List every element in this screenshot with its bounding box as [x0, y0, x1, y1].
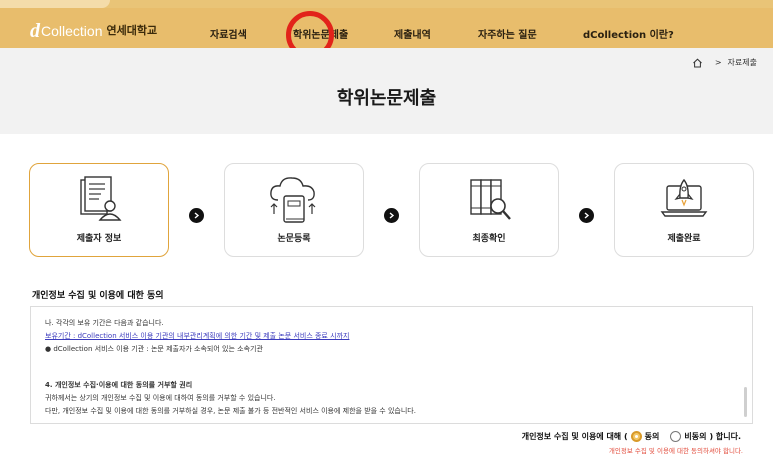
step-label: 제출완료: [667, 234, 701, 244]
consent-line: ● dCollection 서비스 이용 기관 : 논문 제출자가 소속되어 있…: [45, 345, 263, 353]
consent-line: 다만, 개인정보 수집 및 이용에 대한 동의를 거부하실 경우, 논문 제출 …: [45, 407, 416, 415]
nav-item-faq[interactable]: 자주하는 질문: [478, 29, 537, 43]
agree-prefix: 개인정보 수집 및 이용에 대해 (: [521, 432, 628, 441]
step-label: 최종확인: [472, 234, 506, 244]
site-header: d Collection 연세대학교 자료검색 학위논문제출 제출내역 자주하는…: [0, 8, 773, 59]
nav-item-search[interactable]: 자료검색: [210, 29, 247, 43]
agree-radio[interactable]: [630, 431, 642, 442]
consent-agree-row: 개인정보 수집 및 이용에 대해 ( 동의 비동의 ) 합니다.: [522, 431, 741, 442]
agree-suffix: ) 합니다.: [709, 432, 741, 441]
consent-warning: 개인정보 수집 및 이용에 대한 동의하셔야 합니다.: [608, 447, 743, 455]
step-arrow-icon: [189, 208, 204, 223]
breadcrumb-current[interactable]: 자료제출: [728, 57, 757, 68]
nav-item-about[interactable]: dCollection 이란?: [583, 29, 674, 43]
laptop-rocket-icon: [615, 174, 753, 228]
agree-option-label[interactable]: 동의: [645, 431, 660, 442]
disagree-radio[interactable]: [670, 431, 682, 442]
consent-section-title: 개인정보 수집 및 이용에 대한 동의: [32, 291, 164, 301]
consent-line: 4. 개인정보 수집·이용에 대한 동의를 거부할 권리: [45, 381, 193, 389]
page-title: 학위논문제출: [336, 88, 437, 109]
step-submitter-info[interactable]: 제출자 정보: [29, 163, 169, 257]
step-final-check[interactable]: 최종확인: [419, 163, 559, 257]
step-label: 제출자 정보: [76, 234, 122, 244]
step-arrow-icon: [384, 208, 399, 223]
breadcrumb-separator-icon: >: [714, 58, 722, 67]
nav-item-submission-history[interactable]: 제출내역: [394, 29, 431, 43]
breadcrumb: > 자료제출: [692, 57, 757, 68]
document-person-icon: [30, 174, 168, 228]
cloud-book-icon: [225, 174, 363, 228]
binders-search-icon: [420, 174, 558, 228]
consent-line: 나. 각각의 보유 기간은 다음과 같습니다.: [45, 319, 164, 327]
main-nav: 자료검색 학위논문제출 제출내역 자주하는 질문 dCollection 이란?: [0, 29, 773, 45]
consent-line: 귀하께서는 상기의 개인정보 수집 및 이용에 대하여 동의를 거부할 수 있습…: [45, 394, 276, 402]
consent-text-box[interactable]: 나. 각각의 보유 기간은 다음과 같습니다. 보유기간 : dCollecti…: [30, 306, 753, 424]
home-icon[interactable]: [692, 58, 703, 68]
step-complete[interactable]: 제출완료: [614, 163, 754, 257]
top-strip-fade: [0, 0, 110, 8]
step-arrow-icon: [579, 208, 594, 223]
step-label: 논문등록: [277, 234, 311, 244]
consent-scrollbar[interactable]: [744, 387, 747, 417]
consent-retention-link[interactable]: 보유기간 : dCollection 서비스 이용 기관의 내부관리계획에 의한…: [45, 331, 349, 341]
step-thesis-register[interactable]: 논문등록: [224, 163, 364, 257]
disagree-option-label[interactable]: 비동의: [684, 431, 706, 442]
top-strip: [0, 0, 773, 8]
